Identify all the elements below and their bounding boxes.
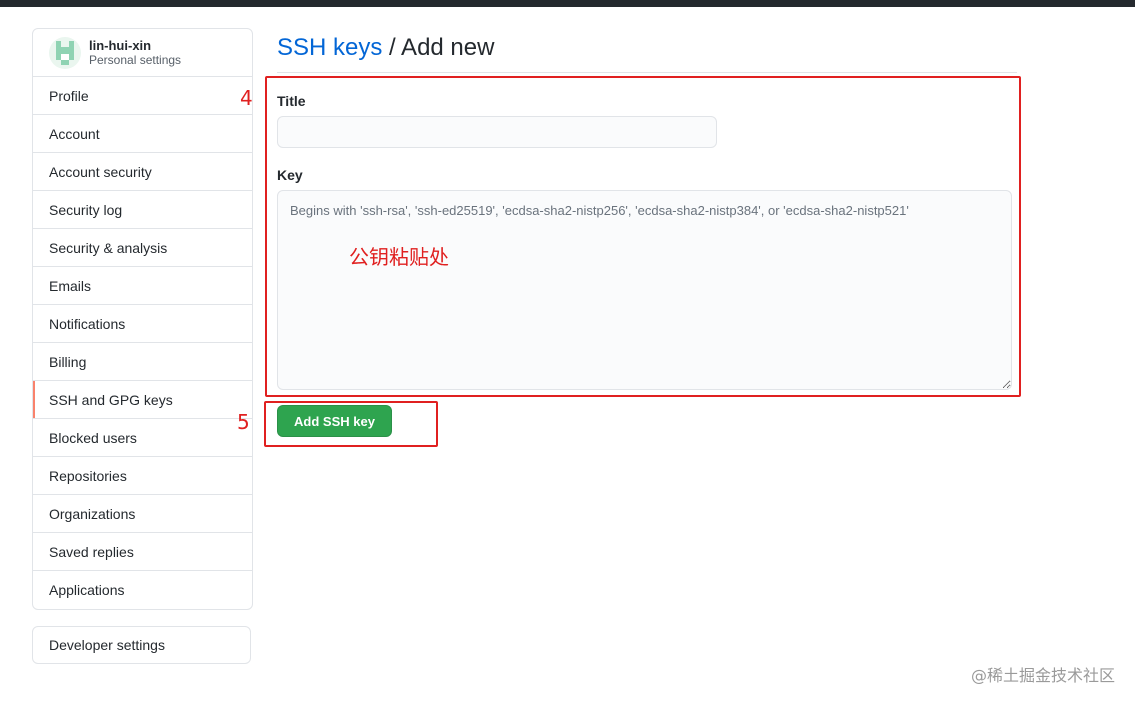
sidebar-user-header[interactable]: lin-hui-xin Personal settings (33, 29, 252, 77)
sidebar-item-repositories[interactable]: Repositories (33, 457, 252, 495)
user-meta: lin-hui-xin Personal settings (89, 38, 181, 68)
page-title: SSH keys / Add new (277, 32, 494, 64)
username[interactable]: lin-hui-xin (89, 38, 181, 53)
sidebar-item-blocked-users[interactable]: Blocked users (33, 419, 252, 457)
sidebar-item-billing[interactable]: Billing (33, 343, 252, 381)
breadcrumb-current: / Add new (382, 34, 495, 61)
sidebar-menu: Profile Account Account security Security l… (33, 77, 252, 609)
annotation-paste-note: 公钥粘贴处 (349, 245, 449, 269)
sidebar-item-applications[interactable]: Applications (33, 571, 252, 609)
sidebar-item-account[interactable]: Account (33, 115, 252, 153)
sidebar-item-profile[interactable]: Profile (33, 77, 252, 115)
title-divider (277, 72, 1017, 73)
sidebar-item-notifications[interactable]: Notifications (33, 305, 252, 343)
sidebar-item-security-log[interactable]: Security log (33, 191, 252, 229)
sidebar-item-emails[interactable]: Emails (33, 267, 252, 305)
personal-settings-subtitle: Personal settings (89, 52, 182, 67)
annotation-box-form (265, 76, 1021, 397)
identicon-avatar-icon (49, 36, 81, 69)
settings-sidebar: lin-hui-xin Personal settings Profile Acc… (32, 28, 253, 610)
sidebar-item-developer-settings[interactable]: Developer settings (32, 626, 251, 664)
annotation-step-4: 4 (240, 86, 253, 110)
sidebar-item-account-security[interactable]: Account security (33, 153, 252, 191)
sidebar-item-organizations[interactable]: Organizations (33, 495, 252, 533)
annotation-step-5: 5 (237, 410, 250, 434)
top-header-bar (0, 0, 1135, 7)
sidebar-item-ssh-and-gpg-keys[interactable]: SSH and GPG keys (33, 381, 252, 419)
sidebar-item-saved-replies[interactable]: Saved replies (33, 533, 252, 571)
watermark: @稀土掘金技术社区 (970, 666, 1115, 685)
annotation-box-button (264, 401, 438, 447)
breadcrumb-ssh-keys-link[interactable]: SSH keys (277, 34, 382, 61)
sidebar-item-security-and-analysis[interactable]: Security & analysis (33, 229, 252, 267)
